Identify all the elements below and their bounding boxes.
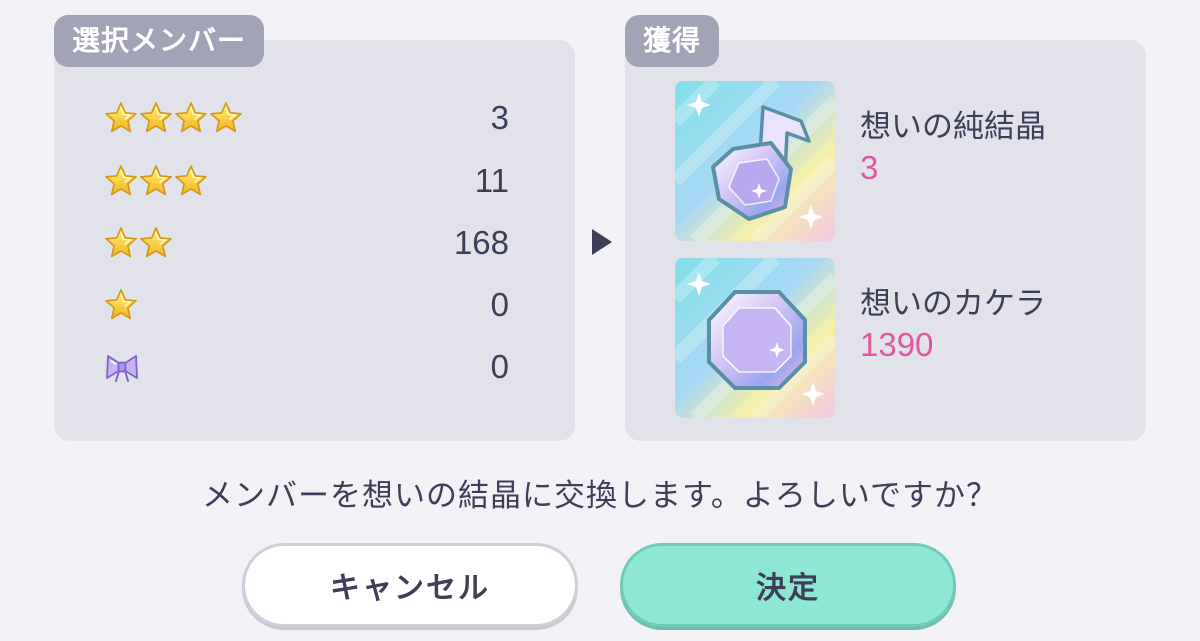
music-note-crystal-icon [675, 81, 835, 241]
star-icon [174, 101, 208, 135]
confirmation-message: メンバーを想いの結晶に交換します。よろしいですか？ [202, 478, 998, 514]
star-icon [209, 101, 243, 135]
star-icon [139, 226, 173, 260]
rarity-bow-count: 0 [490, 348, 509, 385]
cancel-button[interactable]: キャンセル [242, 543, 578, 627]
obtained-item-qty: 1390 [860, 326, 934, 363]
rarity-3-star-count: 11 [474, 162, 509, 199]
star-icon [104, 101, 138, 135]
arrow-right-icon [592, 229, 612, 255]
rarity-2-star-icons [104, 226, 173, 260]
obtained-item-pure-crystal: 想いの純結晶 3 [675, 81, 1115, 241]
rarity-4-star-count: 3 [490, 99, 509, 136]
rarity-row-bow: 0 [104, 342, 509, 392]
rarity-row-1-star: 0 [104, 280, 509, 330]
obtained-item-name: 想いの純結晶 [860, 109, 1046, 145]
rarity-row-2-star: 168 [104, 218, 509, 268]
obtained-item-shard: 想いのカケラ 1390 [675, 258, 1115, 418]
star-icon [104, 226, 138, 260]
star-icon [104, 288, 138, 322]
rarity-3-star-icons [104, 164, 208, 198]
star-icon [139, 101, 173, 135]
selected-members-title: 選択メンバー [54, 15, 265, 67]
star-icon [104, 164, 138, 198]
obtained-item-name: 想いのカケラ [860, 286, 1046, 322]
confirm-button[interactable]: 決定 [620, 543, 956, 627]
obtained-item-qty: 3 [860, 149, 879, 186]
star-icon [139, 164, 173, 198]
rarity-bow-icons [104, 351, 140, 383]
star-icon [174, 164, 208, 198]
rarity-1-star-count: 0 [490, 286, 509, 323]
rarity-2-star-count: 168 [453, 224, 509, 261]
crystal-shard-icon [675, 258, 835, 418]
bow-icon [106, 355, 138, 382]
obtained-panel: 獲得 想いの純結晶 3 想いのカケラ 1390 [625, 15, 1146, 441]
obtained-title: 獲得 [625, 15, 720, 67]
rarity-row-4-star: 3 [104, 93, 509, 143]
rarity-row-3-star: 11 [104, 156, 509, 206]
rarity-1-star-icons [104, 288, 138, 322]
selected-members-panel: 選択メンバー 3 11 168 0 0 [54, 15, 575, 441]
rarity-4-star-icons [104, 101, 243, 135]
